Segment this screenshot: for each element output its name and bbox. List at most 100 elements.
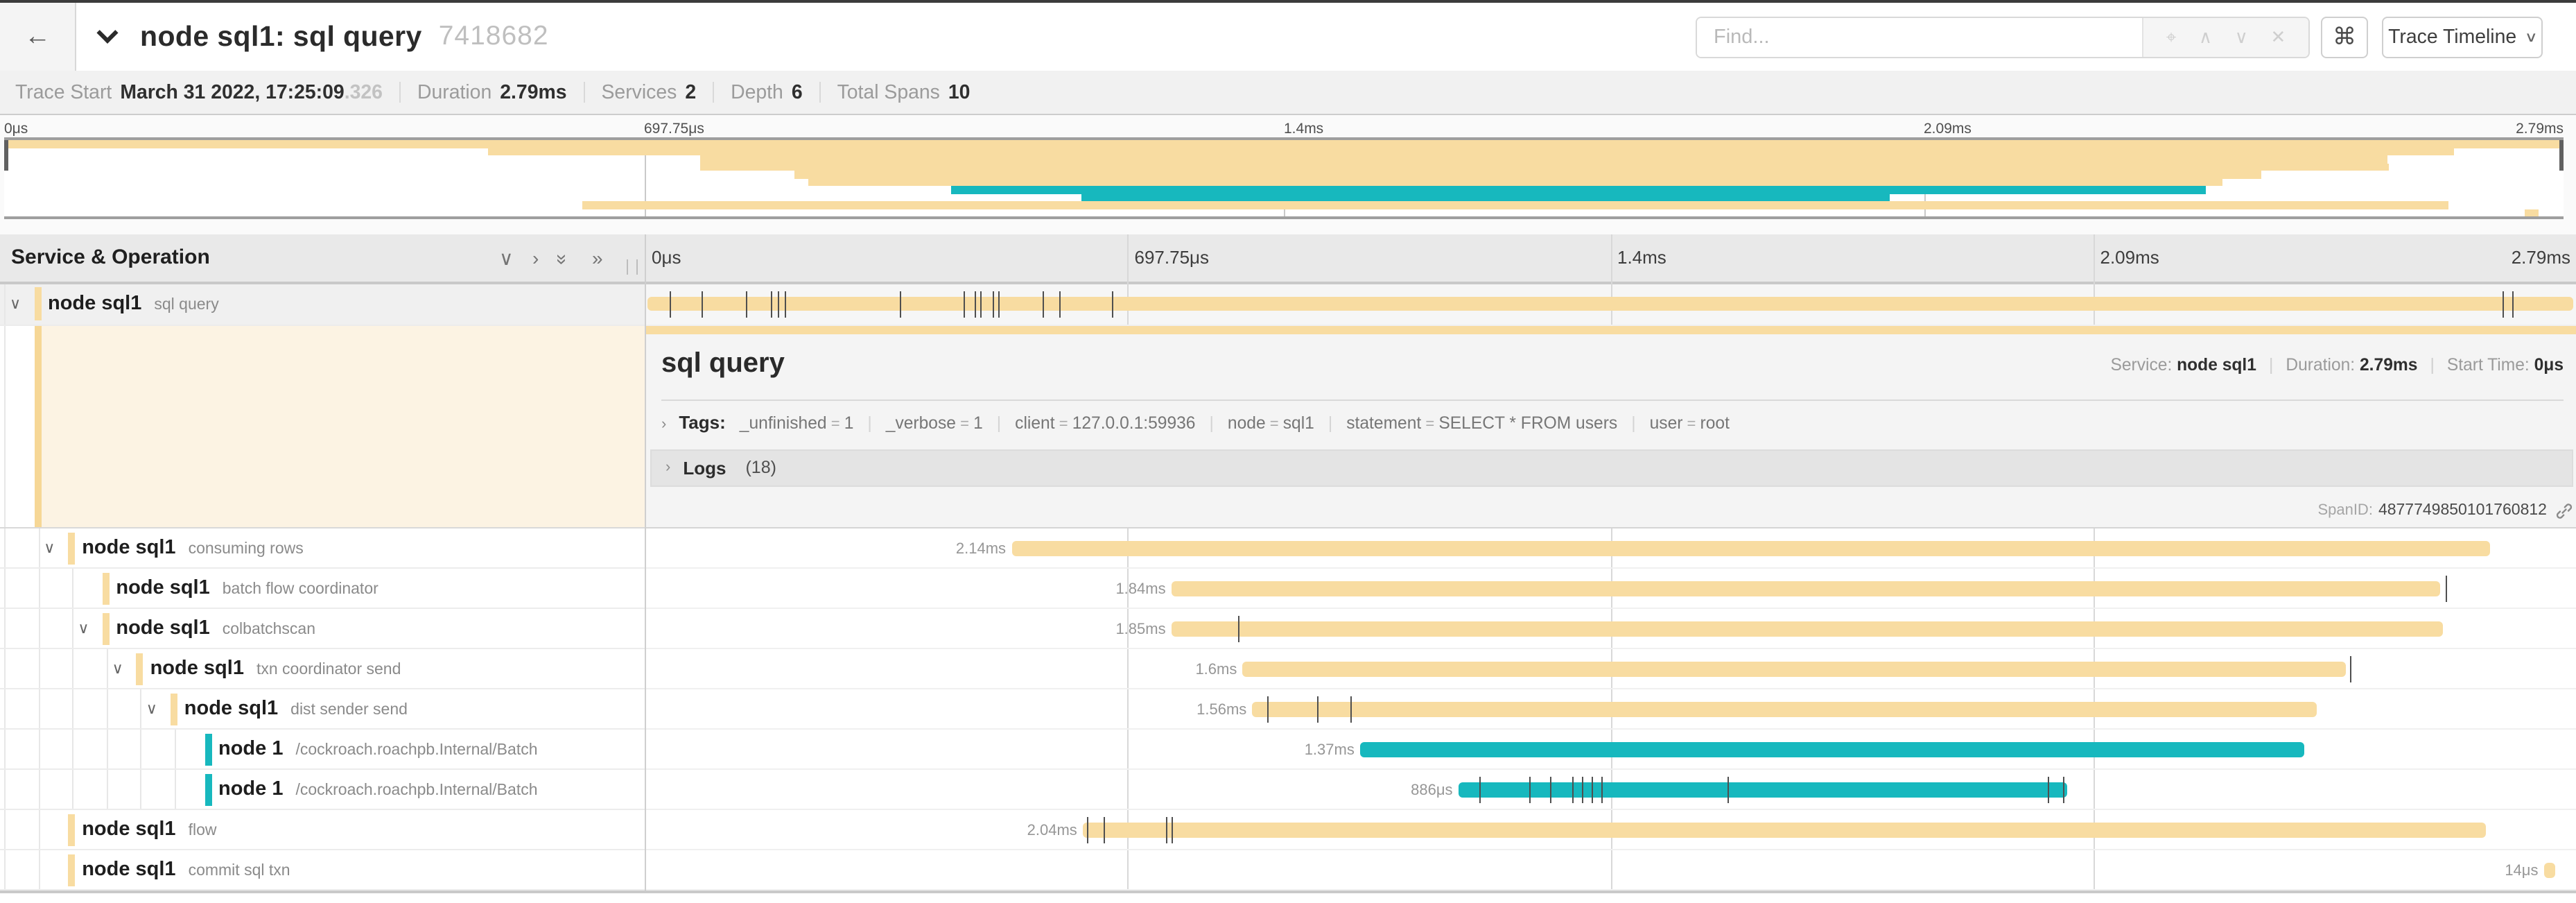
indent-guide: [38, 649, 40, 688]
log-marker-tick: [2446, 576, 2448, 602]
minimap-span-bar: [4, 140, 2564, 148]
span-tree-row[interactable]: node sql1commit sql txn: [0, 850, 644, 891]
prev-match-icon[interactable]: ∧: [2199, 26, 2212, 49]
viewport-left-handle[interactable]: [4, 140, 8, 171]
copy-link-icon[interactable]: [2555, 501, 2573, 519]
trace-start-label: Trace Start: [15, 81, 112, 103]
clear-find-icon[interactable]: ✕: [2270, 26, 2286, 49]
column-resizer-grip[interactable]: [627, 259, 638, 274]
span-timeline-row[interactable]: 2.14ms: [645, 528, 2576, 569]
span-color-strip: [34, 287, 41, 320]
minimap-canvas[interactable]: [4, 137, 2564, 219]
log-marker-tick: [1165, 817, 1167, 843]
next-match-icon[interactable]: ∨: [2235, 26, 2248, 49]
span-operation-name: dist sender send: [290, 702, 408, 719]
span-service-name: node sql1: [82, 818, 175, 841]
span-duration-bar[interactable]: [1011, 541, 2491, 556]
expand-chevron-icon[interactable]: ∨: [10, 295, 21, 313]
span-duration-bar[interactable]: [1172, 621, 2442, 637]
span-duration-bar[interactable]: [1459, 782, 2067, 798]
indent-guide: [72, 689, 73, 728]
tag-item: client = 127.0.0.1:59936: [1015, 413, 1195, 432]
indent-guide: [38, 528, 40, 567]
find-input[interactable]: [1697, 18, 2142, 57]
span-operation-name: txn coordinator send: [256, 662, 401, 678]
view-selector-button[interactable]: Trace Timeline ∨: [2382, 17, 2543, 58]
trace-start-value: March 31 2022, 17:25:09: [120, 81, 344, 103]
span-duration-bar[interactable]: [647, 297, 2573, 311]
logs-row[interactable]: › Logs (18): [650, 449, 2573, 487]
indent-guide: [107, 649, 108, 688]
span-duration-bar[interactable]: [1083, 823, 2487, 838]
locate-icon[interactable]: ⌖: [2166, 26, 2177, 49]
span-operation-name: colbatchscan: [223, 621, 315, 638]
span-tree-row[interactable]: ∨node sql1consuming rows: [0, 528, 644, 569]
indent-guide: [175, 730, 176, 768]
collapse-all-icon[interactable]: »: [559, 246, 567, 268]
span-tree-row[interactable]: ∨node sql1sql query: [0, 284, 644, 325]
expand-chevron-icon[interactable]: ∨: [44, 539, 55, 557]
span-tree-row[interactable]: ∨ node sql1colbatchscan: [0, 609, 644, 649]
log-marker-tick: [1086, 817, 1088, 843]
span-duration-bar[interactable]: [1360, 742, 2304, 757]
top-bar: ← node sql1: sql query 7418682 ⌖ ∧ ∨ ✕ ⌘…: [0, 3, 2576, 71]
viewport-right-handle[interactable]: [2559, 140, 2564, 171]
log-marker-tick: [670, 291, 671, 317]
expand-one-icon[interactable]: ›: [532, 246, 539, 268]
duration-label: Duration: [417, 81, 491, 103]
depth-value: 6: [792, 81, 803, 103]
log-marker-tick: [1551, 777, 1552, 803]
logs-label: Logs: [683, 458, 726, 479]
timeline-axis-header: 0μs697.75μs1.4ms2.09ms2.79ms: [645, 234, 2576, 284]
span-tree-row[interactable]: node sql1flow: [0, 810, 644, 850]
span-timeline-row[interactable]: 1.6ms: [645, 649, 2576, 689]
tags-row[interactable]: ›Tags:_unfinished = 1|_verbose = 1|clien…: [661, 411, 1730, 432]
span-duration-bar[interactable]: [1252, 702, 2317, 717]
back-button[interactable]: ←: [0, 3, 76, 71]
span-color-strip: [68, 814, 75, 845]
span-row-text: node sql1colbatchscan: [116, 616, 315, 641]
span-timeline-row[interactable]: 886μs: [645, 770, 2576, 810]
log-marker-tick: [2063, 777, 2064, 803]
tag-item: user = root: [1650, 413, 1730, 432]
span-duration-bar[interactable]: [1242, 662, 2346, 677]
span-duration-label: 1.6ms: [1140, 662, 1237, 678]
span-timeline-row[interactable]: 1.84ms: [645, 569, 2576, 609]
span-service-name: node sql1: [82, 859, 175, 881]
keyboard-shortcuts-button[interactable]: ⌘: [2321, 17, 2368, 58]
log-marker-tick: [1059, 291, 1061, 317]
span-tree-row[interactable]: node sql1batch flow coordinator: [0, 569, 644, 609]
span-tree-row[interactable]: node 1/cockroach.roachpb.Internal/Batch: [0, 730, 644, 770]
indent-guide: [38, 850, 40, 889]
expand-chevron-icon[interactable]: ∨: [78, 619, 89, 637]
span-timeline-row[interactable]: 1.37ms: [645, 730, 2576, 770]
span-timeline-row[interactable]: 1.85ms: [645, 609, 2576, 649]
span-timeline-row[interactable]: 2.04ms: [645, 810, 2576, 850]
span-duration-bar[interactable]: [1172, 581, 2441, 596]
span-timeline-row[interactable]: [645, 284, 2576, 325]
detail-duration-label: Duration:: [2286, 354, 2355, 374]
collapse-one-icon[interactable]: ∨: [499, 246, 514, 270]
chevron-down-icon: ∨: [2525, 30, 2538, 45]
log-marker-tick: [2512, 291, 2513, 317]
expand-chevron-icon[interactable]: ∨: [112, 660, 123, 678]
span-tree-row[interactable]: ∨node sql1dist sender send: [0, 689, 644, 730]
span-tree-row[interactable]: ∨node sql1txn coordinator send: [0, 649, 644, 689]
expand-chevron-icon[interactable]: ∨: [146, 700, 157, 718]
log-marker-tick: [1529, 777, 1531, 803]
indent-guide: [38, 730, 40, 768]
span-timeline-row[interactable]: 1.56ms: [645, 689, 2576, 730]
column-divider[interactable]: [644, 234, 645, 891]
span-duration-bar[interactable]: [2543, 863, 2555, 878]
tag-item: _unfinished = 1: [740, 413, 854, 432]
indent-guide: [38, 770, 40, 809]
expand-all-icon[interactable]: »: [592, 246, 603, 268]
log-marker-tick: [1104, 817, 1105, 843]
span-tree-row[interactable]: node 1/cockroach.roachpb.Internal/Batch: [0, 770, 644, 810]
span-detail-title: sql query: [661, 347, 785, 379]
span-timeline-row[interactable]: 14μs: [645, 850, 2576, 891]
collapse-chevron-icon[interactable]: [96, 22, 118, 44]
detail-divider: [661, 399, 2564, 401]
span-color-strip: [68, 854, 75, 886]
service-operation-header: Service & Operation ∨ › » »: [0, 234, 645, 284]
